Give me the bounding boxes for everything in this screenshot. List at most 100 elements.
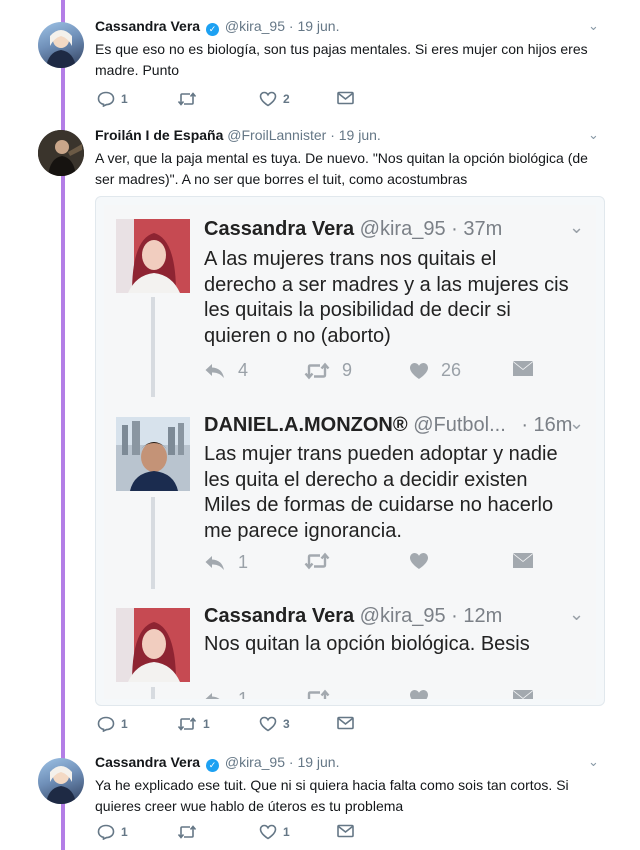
quoted-header: Cassandra Vera @kira_95 · 37m — [204, 218, 502, 241]
author-handle: @kira_95 — [359, 605, 446, 627]
tweet-time[interactable]: 19 jun. — [297, 754, 339, 770]
author-name[interactable]: Froilán I de España — [95, 127, 223, 143]
tweet-time: · 12m — [451, 605, 503, 627]
retweet-count: 1 — [203, 717, 210, 731]
tweet-text-line: ser madres)". A no ser que borres el tui… — [95, 171, 468, 187]
author-name: DANIEL.A.MONZON® — [204, 414, 408, 436]
reply-count: 1 — [121, 717, 128, 731]
chevron-down-icon[interactable]: ⌄ — [588, 18, 599, 34]
tweet-text-line: madre. Punto — [95, 62, 180, 78]
avatar[interactable] — [38, 130, 84, 176]
separator-dot: · — [288, 754, 294, 770]
tweet-time: · 16m — [521, 414, 573, 436]
reply-count: 1 — [238, 689, 249, 699]
envelope-icon — [513, 690, 533, 699]
like-button[interactable]: 3 — [259, 716, 290, 732]
tweet-header: Cassandra Vera ✓ @kira_95 · 19 jun. — [95, 754, 340, 772]
reply-button[interactable]: 1 — [97, 91, 128, 107]
quoted-text-line: les quitais la posibilidad de decir si — [204, 299, 511, 321]
envelope-icon — [337, 716, 354, 730]
like-count: 2 — [283, 92, 290, 106]
reply-icon — [205, 692, 221, 699]
reply-icon — [205, 363, 224, 378]
tweet-text-line: Es que eso no es biología, son tus pajas… — [95, 41, 588, 57]
quoted-text: Las mujer trans pueden adoptar y nadie l… — [204, 442, 594, 544]
quoted-image[interactable]: Cassandra Vera @kira_95 · 37m ⌄ A las mu… — [95, 196, 605, 706]
message-button[interactable] — [337, 824, 354, 838]
author-handle[interactable]: @FroilLannister — [227, 127, 326, 143]
message-button[interactable] — [337, 716, 354, 730]
author-name[interactable]: Cassandra Vera — [95, 754, 200, 770]
reply-count: 1 — [121, 825, 128, 839]
tweet-header: Cassandra Vera ✓ @kira_95 · 19 jun. — [95, 18, 340, 36]
chevron-down-icon: ⌄ — [569, 413, 585, 433]
reply-indicator: 1 — [204, 689, 248, 699]
tweet-actions: 1 1 — [97, 824, 367, 842]
heart-icon — [259, 716, 277, 732]
retweet-button[interactable] — [177, 824, 203, 840]
avatar[interactable] — [38, 22, 84, 68]
quoted-text: A las mujeres trans nos quitais el derec… — [204, 247, 594, 349]
retweet-button[interactable] — [177, 91, 203, 107]
retweet-indicator — [304, 552, 342, 570]
envelope-icon — [513, 553, 533, 568]
avatar — [116, 608, 190, 682]
tweet-time: · 37m — [451, 218, 503, 240]
reply-button[interactable]: 1 — [97, 824, 128, 840]
author-handle: @Futbol... — [413, 414, 506, 436]
quoted-text-line: A las mujeres trans nos quitais el — [204, 248, 497, 270]
like-count: 1 — [283, 825, 290, 839]
retweet-icon — [177, 92, 197, 106]
thread-connector — [151, 297, 155, 397]
reply-icon — [205, 555, 224, 570]
quoted-header: DANIEL.A.MONZON® @Futbol... · 16m — [204, 414, 572, 437]
like-count: 26 — [441, 360, 462, 380]
tweet-time[interactable]: 19 jun. — [297, 18, 339, 34]
quoted-text-line: derecho a ser madres y a las mujeres cis — [204, 273, 569, 296]
tweet-text: Es que eso no es biología, son tus pajas… — [95, 39, 605, 81]
retweet-indicator — [304, 689, 342, 699]
reply-count: 1 — [121, 92, 128, 106]
reply-count: 4 — [238, 360, 249, 380]
tweet-actions: 1 1 3 — [97, 716, 367, 734]
reply-indicator: 1 — [204, 552, 248, 573]
like-indicator: 26 — [409, 360, 461, 381]
reply-button[interactable]: 1 — [97, 716, 128, 732]
author-handle[interactable]: @kira_95 — [225, 754, 285, 770]
author-name[interactable]: Cassandra Vera — [95, 18, 200, 34]
quoted-header: Cassandra Vera @kira_95 · 12m — [204, 605, 502, 628]
chevron-down-icon[interactable]: ⌄ — [588, 127, 599, 143]
retweet-indicator: 9 — [304, 360, 352, 381]
envelope-icon — [337, 824, 354, 838]
quoted-text-line: me parece ignorancia. — [204, 519, 402, 542]
retweet-icon — [304, 552, 330, 570]
like-button[interactable]: 2 — [259, 91, 290, 107]
envelope-icon — [337, 91, 354, 105]
heart-icon — [259, 824, 277, 840]
thread-connector — [151, 687, 155, 699]
thread-connector — [151, 497, 155, 589]
tweet-time[interactable]: 19 jun. — [339, 127, 381, 143]
author-handle: @kira_95 — [359, 218, 446, 240]
retweet-icon — [177, 825, 197, 839]
chevron-down-icon[interactable]: ⌄ — [588, 754, 599, 770]
reply-icon — [97, 716, 115, 732]
author-handle[interactable]: @kira_95 — [225, 18, 285, 34]
retweet-icon — [307, 689, 330, 699]
author-name: Cassandra Vera — [204, 605, 355, 627]
verified-badge-icon: ✓ — [205, 23, 219, 36]
separator-dot: · — [330, 127, 335, 143]
heart-icon — [410, 553, 428, 569]
avatar[interactable] — [38, 758, 84, 804]
message-button[interactable] — [337, 91, 354, 105]
message-indicator — [512, 552, 534, 570]
quoted-text: Nos quitan la opción biológica. Besis — [204, 632, 594, 658]
tweet-text-line: A ver, que la paja mental es tuya. De nu… — [95, 150, 588, 166]
like-button[interactable]: 1 — [259, 824, 290, 840]
retweet-button[interactable]: 1 — [177, 716, 210, 732]
tweet-text: Ya he explicado ese tuit. Que ni si quie… — [95, 775, 605, 817]
reply-icon — [97, 824, 115, 840]
heart-icon — [259, 91, 277, 107]
like-count: 3 — [283, 717, 290, 731]
like-indicator — [409, 689, 441, 699]
